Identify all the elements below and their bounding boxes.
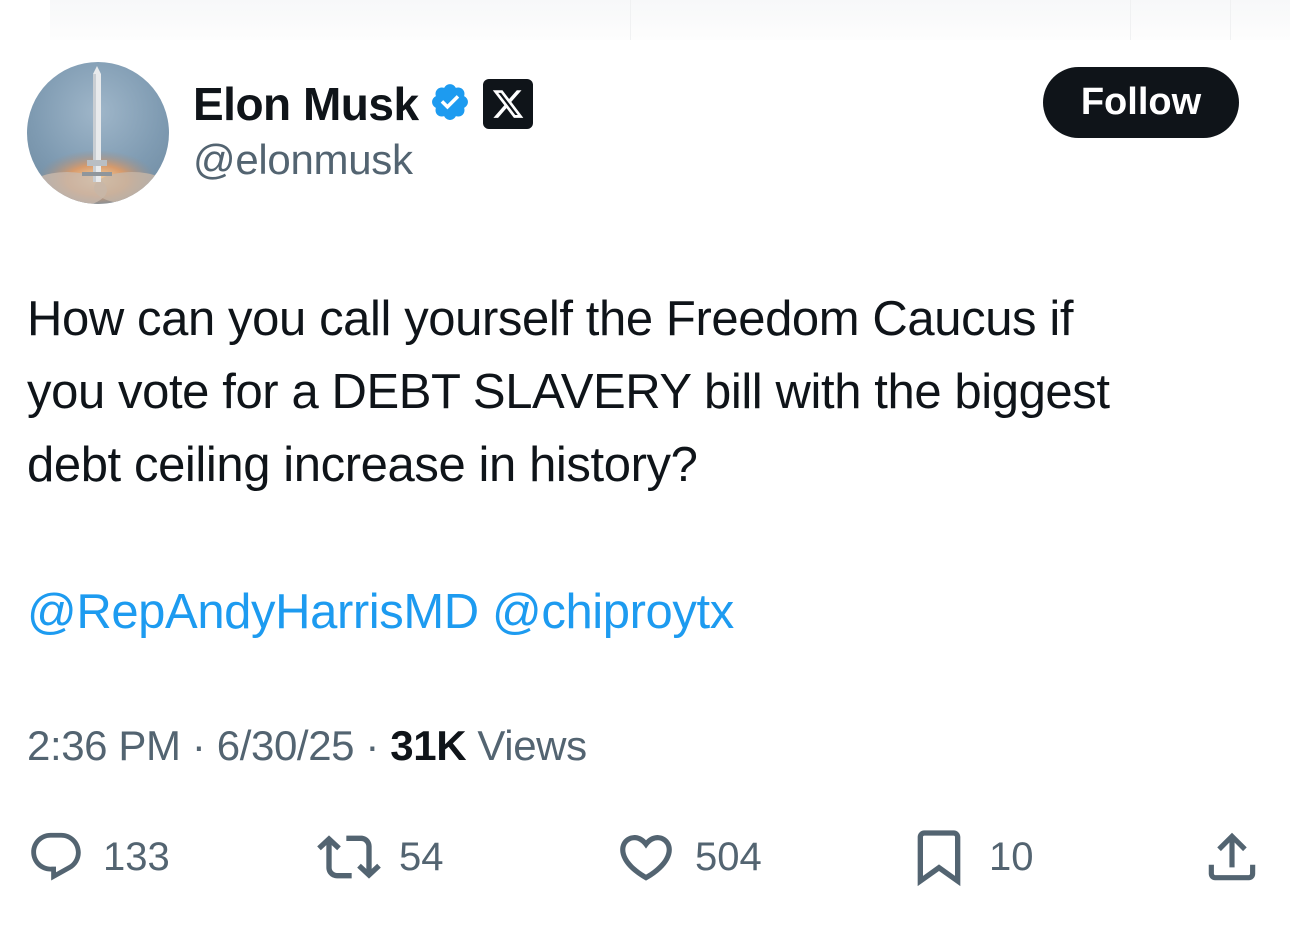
avatar[interactable] (27, 62, 169, 204)
views-label: Views (477, 722, 587, 769)
bookmark-count: 10 (989, 834, 1034, 879)
action-bar: 133 54 504 10 (27, 822, 1267, 892)
mention-link[interactable]: @chiproytx (492, 585, 734, 639)
x-logo-icon[interactable] (482, 79, 533, 129)
tweet-meta: 2:36 PM · 6/30/25 · 31K Views (27, 722, 587, 770)
repost-button[interactable]: 54 (317, 822, 444, 892)
repost-icon (317, 835, 381, 879)
heart-icon (620, 835, 672, 881)
tweet-text-line: How can you call yourself the Freedom Ca… (27, 292, 1074, 346)
share-button[interactable] (1201, 822, 1263, 892)
like-button[interactable]: 504 (615, 822, 762, 892)
meta-separator: · (365, 722, 379, 769)
author-name-row: Elon Musk (193, 76, 533, 132)
tweet-text-line: debt ceiling increase in history? (27, 438, 698, 492)
reply-button[interactable]: 133 (27, 822, 170, 892)
tweet-time[interactable]: 2:36 PM (27, 722, 181, 769)
author-handle[interactable]: @elonmusk (193, 136, 413, 184)
like-count: 504 (695, 834, 762, 879)
tweet-mentions: @RepAndyHarrisMD @chiproytx (27, 576, 734, 649)
follow-button[interactable]: Follow (1043, 67, 1239, 138)
bookmark-icon (917, 830, 961, 887)
mention-link[interactable]: @RepAndyHarrisMD (27, 585, 479, 639)
previous-content-strip (50, 0, 1290, 40)
reply-count: 133 (103, 834, 170, 879)
share-icon (1208, 832, 1256, 881)
display-name[interactable]: Elon Musk (193, 77, 419, 131)
reply-icon (31, 832, 81, 881)
tweet-text-line: you vote for a DEBT SLAVERY bill with th… (27, 365, 1110, 419)
verified-badge-icon[interactable] (429, 81, 471, 128)
tweet-text: How can you call yourself the Freedom Ca… (27, 283, 1257, 502)
bookmark-button[interactable]: 10 (907, 822, 1034, 892)
repost-count: 54 (399, 834, 444, 879)
tweet-date[interactable]: 6/30/25 (217, 722, 355, 769)
views-count: 31K (390, 722, 467, 769)
meta-separator: · (191, 722, 206, 769)
